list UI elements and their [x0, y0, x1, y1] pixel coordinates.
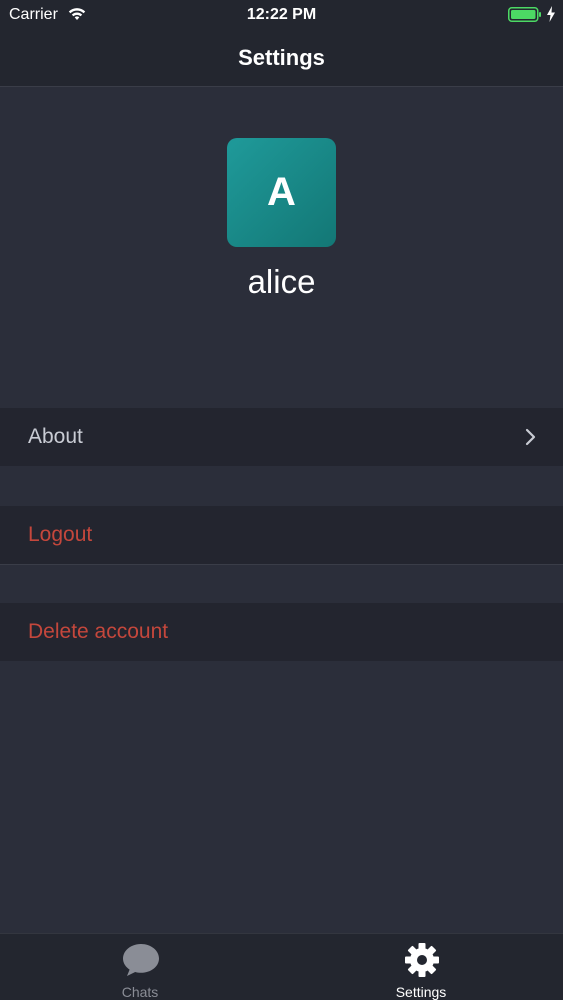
avatar: A — [227, 138, 336, 247]
tab-bar: Chats Settings — [0, 933, 563, 1000]
page-title: Settings — [238, 45, 325, 70]
about-label: About — [28, 425, 83, 448]
gear-icon — [405, 943, 439, 977]
delete-account-button[interactable]: Delete account — [0, 603, 563, 661]
username: alice — [247, 263, 316, 300]
chat-bubble-icon — [123, 944, 159, 976]
logout-label: Logout — [28, 523, 93, 546]
tab-settings-label: Settings — [395, 984, 447, 1000]
charging-bolt-icon — [547, 6, 555, 22]
settings-screen: Carrier 12:22 PM Settings A alice About … — [0, 0, 563, 1000]
about-row[interactable]: About — [0, 408, 563, 466]
status-bar: Carrier 12:22 PM — [0, 0, 563, 30]
avatar-initial: A — [267, 170, 296, 214]
logout-button[interactable]: Logout — [0, 506, 563, 564]
battery-icon — [508, 7, 541, 22]
navigation-bar: Settings — [0, 30, 563, 87]
tab-chats[interactable]: Chats — [60, 934, 220, 1000]
tab-settings[interactable]: Settings — [341, 934, 501, 1000]
delete-account-label: Delete account — [28, 620, 169, 643]
status-time: 12:22 PM — [246, 6, 317, 23]
chevron-right-icon — [525, 428, 536, 446]
divider — [0, 564, 563, 565]
tab-chats-label: Chats — [121, 984, 159, 1000]
